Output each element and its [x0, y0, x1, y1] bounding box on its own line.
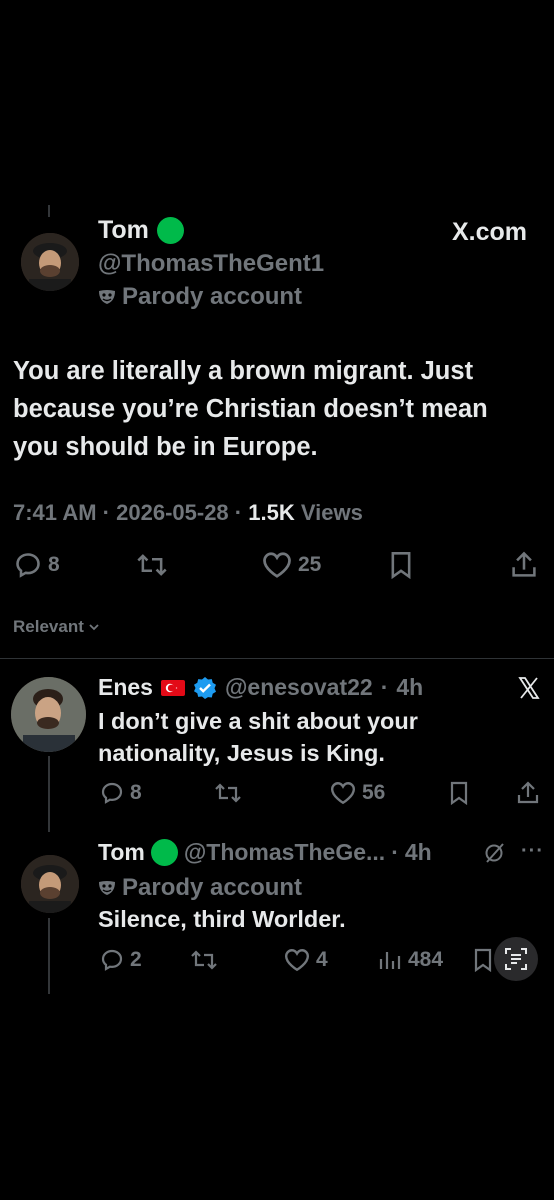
like-count: 4: [316, 948, 328, 971]
views-count: 484: [408, 948, 444, 971]
heart-icon: [284, 949, 310, 972]
reply-author-handle[interactable]: @ThomasTheGe...: [184, 839, 385, 866]
views-chart-icon: [379, 952, 401, 969]
x-logo-icon[interactable]: [517, 676, 541, 705]
post-text: You are literally a brown migrant. Just …: [13, 357, 488, 461]
more-options-icon[interactable]: ···: [521, 840, 544, 863]
avatar-image: [21, 233, 79, 291]
avatar-image: [11, 677, 86, 752]
thread-connector-top: [48, 205, 50, 217]
sort-dropdown[interactable]: Relevant: [13, 617, 100, 637]
heart-icon: [330, 782, 356, 805]
bookmark-icon: [474, 948, 492, 972]
thread-connector: [48, 918, 50, 994]
author-handle[interactable]: @ThomasTheGent1: [98, 250, 324, 278]
like-button[interactable]: 4: [284, 948, 328, 972]
reply-icon: [16, 553, 40, 578]
reply-button[interactable]: 2: [100, 948, 142, 972]
reply-avatar[interactable]: [11, 677, 86, 752]
bookmark-icon: [391, 552, 411, 579]
share-icon: [517, 781, 539, 804]
reply-text: Silence, third Worlder.: [98, 906, 346, 932]
divider: [0, 658, 554, 659]
turkey-flag-icon: [160, 679, 185, 696]
reply-button[interactable]: 8: [14, 551, 60, 579]
bookmark-icon: [450, 781, 468, 805]
parody-mask-icon: [99, 290, 115, 304]
reply-count: 2: [130, 948, 142, 971]
source-label[interactable]: X.com: [452, 218, 527, 247]
green-circle-icon: [156, 217, 184, 244]
like-count: 25: [298, 553, 322, 576]
reply-icon: [101, 782, 123, 804]
like-button[interactable]: 56: [330, 781, 385, 805]
post-time: 7:41 AM: [13, 500, 97, 525]
repost-icon: [215, 783, 241, 803]
green-circle-icon: [150, 839, 178, 866]
reply-time: 4h: [396, 674, 424, 700]
post-date: 2026-05-28: [116, 500, 229, 525]
views-label: Views: [300, 500, 363, 525]
reply-text: I don’t give a shit about your nationali…: [98, 708, 418, 766]
post-meta: 7:41 AM · 2026-05-28 · 1.5K Views: [13, 500, 363, 525]
thread-connector: [48, 756, 50, 832]
share-button[interactable]: [516, 780, 540, 806]
reply-author-handle[interactable]: @enesovat22: [225, 674, 373, 701]
bookmark-button[interactable]: [388, 551, 414, 579]
heart-icon: [263, 552, 291, 578]
bookmark-button[interactable]: [472, 948, 494, 972]
grok-icon[interactable]: [483, 842, 505, 869]
reply-count: 8: [130, 781, 142, 804]
verified-badge-icon: [193, 676, 216, 699]
parody-label: Parody account: [122, 283, 303, 310]
repost-button[interactable]: [214, 781, 242, 805]
bookmark-button[interactable]: [448, 781, 470, 805]
avatar-image: [21, 855, 79, 913]
reply-button[interactable]: 8: [100, 781, 142, 805]
reply-author-name[interactable]: Enes: [98, 674, 153, 701]
parody-label: Parody account: [122, 874, 303, 901]
share-button[interactable]: [510, 550, 538, 580]
reply-time: 4h: [404, 839, 432, 865]
text-scan-button[interactable]: [494, 937, 538, 981]
like-button[interactable]: 25: [262, 551, 321, 579]
repost-button[interactable]: [190, 948, 218, 972]
repost-icon: [137, 554, 167, 576]
reply-icon: [101, 949, 123, 971]
parody-mask-icon: [99, 881, 115, 895]
share-icon: [512, 551, 536, 577]
views-count: 1.5K: [248, 500, 295, 525]
views-button[interactable]: 484: [378, 948, 443, 972]
avatar[interactable]: [21, 233, 79, 291]
repost-button[interactable]: [136, 551, 168, 579]
text-scan-icon: [505, 948, 527, 970]
sort-label: Relevant: [13, 617, 84, 636]
chevron-down-icon: [89, 624, 99, 631]
repost-icon: [191, 950, 217, 970]
author-name[interactable]: Tom: [98, 216, 149, 245]
like-count: 56: [362, 781, 386, 804]
reply-count: 8: [48, 553, 60, 576]
reply-author-name[interactable]: Tom: [98, 839, 145, 866]
reply-avatar[interactable]: [21, 855, 79, 913]
